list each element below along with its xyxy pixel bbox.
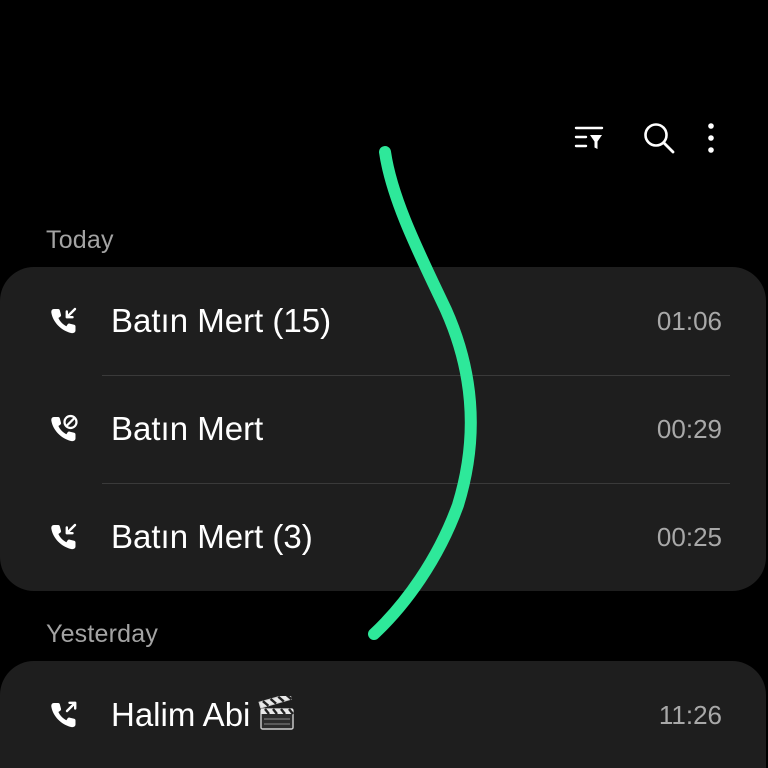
- more-vertical-icon: [708, 123, 714, 153]
- call-time: 00:25: [656, 521, 722, 552]
- contact-name: Batın Mert: [111, 410, 264, 447]
- contact-name: Halim Abi: [111, 696, 251, 733]
- clapper-board-icon: [258, 696, 295, 730]
- filter-list-icon: [574, 126, 604, 149]
- contact-name: Batın Mert (3): [111, 518, 313, 555]
- call-log-row[interactable]: Batın Mert (3) 00:25: [0, 483, 766, 591]
- call-log-row[interactable]: Batın Mert (15) 01:06: [0, 267, 766, 375]
- section-header-today: Today: [46, 226, 114, 254]
- call-log-row[interactable]: Batın Mert 00:29: [0, 375, 766, 483]
- call-group-yesterday: Halim Abi 11:26: [0, 661, 766, 768]
- filter-button[interactable]: [554, 112, 624, 164]
- incoming-call-icon: [51, 307, 77, 334]
- rejected-call-icon: [51, 414, 78, 442]
- contact-name: Batın Mert (15): [111, 302, 332, 339]
- search-button[interactable]: [624, 112, 694, 164]
- contact-name-with-emoji: Halim Abi: [111, 696, 296, 734]
- toolbar: [554, 112, 728, 164]
- section-header-yesterday: Yesterday: [46, 620, 159, 648]
- search-icon: [644, 123, 675, 154]
- call-time: 11:26: [658, 699, 722, 730]
- incoming-call-icon: [51, 523, 77, 550]
- call-log-screen: Today Batın Mert (15) 01:06 Batın Mert 0…: [0, 0, 768, 768]
- call-log-row[interactable]: Halim Abi 11:26: [0, 661, 766, 768]
- outgoing-call-icon: [51, 701, 77, 728]
- more-options-button[interactable]: [694, 112, 728, 164]
- call-time: 01:06: [656, 305, 722, 336]
- call-group-today: Batın Mert (15) 01:06 Batın Mert 00:29 B…: [0, 267, 766, 591]
- call-time: 00:29: [656, 413, 722, 444]
